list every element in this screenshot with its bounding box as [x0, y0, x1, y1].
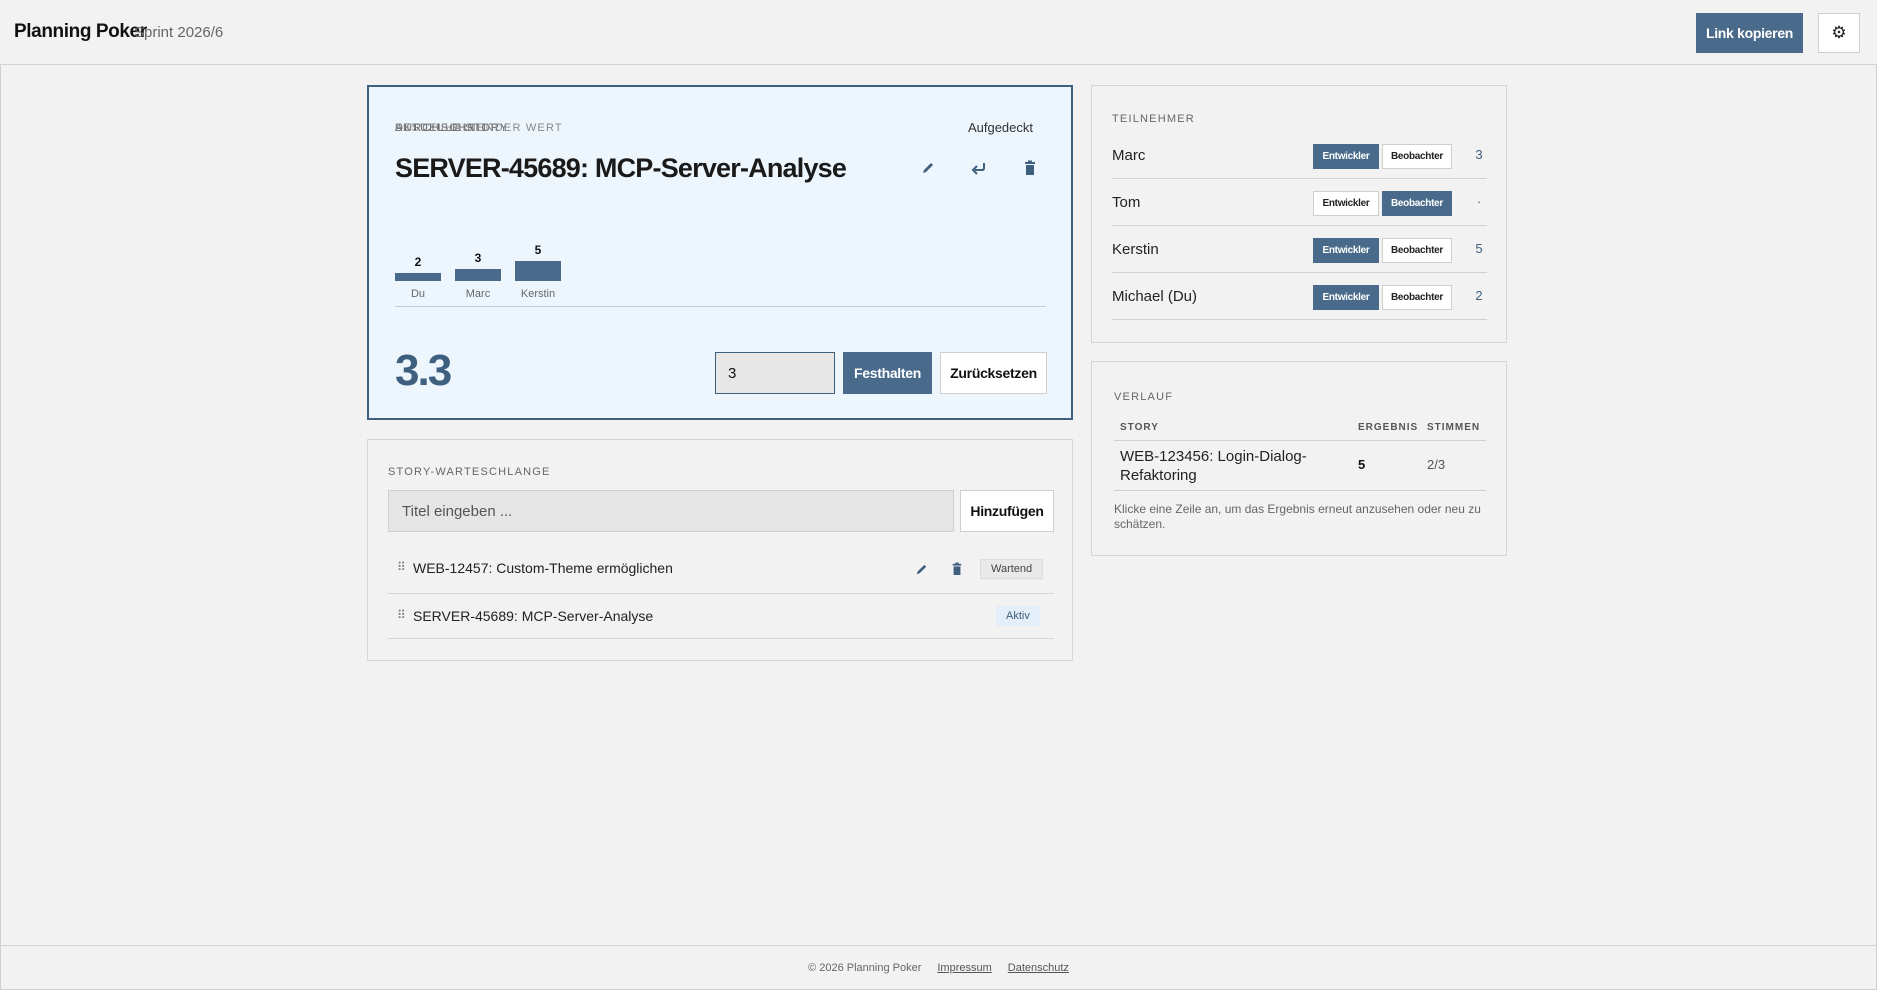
app-header: Planning Poker Sprint 2026/6 Link kopier… — [0, 0, 1877, 65]
footer: © 2026 Planning Poker Impressum Datensch… — [0, 945, 1877, 990]
add-story-button[interactable]: Hinzufügen — [960, 490, 1054, 532]
history-story: WEB-123456: Login-Dialog-Refaktoring — [1120, 448, 1307, 484]
drag-handle-icon[interactable]: ⠿ — [397, 608, 406, 622]
participant-row: Marc Entwickler Beobachter 3 — [1112, 132, 1487, 179]
role-observer-button[interactable]: Beobachter — [1382, 191, 1452, 216]
fix-value-label: FESTZUHALTENDER WERT — [395, 122, 563, 134]
participant-row: Michael (Du) Entwickler Beobachter 2 — [1112, 273, 1487, 320]
copy-link-button[interactable]: Link kopieren — [1696, 13, 1803, 53]
role-developer-button[interactable]: Entwickler — [1313, 238, 1379, 263]
history-col-story: STORY — [1120, 422, 1159, 433]
trash-icon — [1025, 160, 1035, 175]
pencil-icon — [923, 163, 933, 173]
status-badge: Wartend — [980, 559, 1044, 579]
participant-vote: · — [1476, 194, 1482, 209]
story-divider — [395, 306, 1046, 307]
history-row-divider — [1114, 490, 1486, 491]
history-header-divider — [1114, 440, 1486, 441]
edit-queue-item-button[interactable] — [908, 556, 934, 582]
queue-label: STORY-WARTESCHLANGE — [388, 466, 551, 478]
story-status: Aufgedeckt — [967, 120, 1033, 135]
current-story-card: AKTUELLE STORY Aufgedeckt SERVER-45689: … — [367, 85, 1073, 420]
vote-voter-name: Marc — [465, 288, 491, 300]
queue-item[interactable]: ⠿ WEB-12457: Custom-Theme ermöglichen Wa… — [388, 544, 1054, 594]
average-value: 3.3 — [395, 346, 452, 395]
history-result: 5 — [1358, 457, 1366, 472]
participant-row: Kerstin Entwickler Beobachter 5 — [1112, 226, 1487, 273]
participant-name: Tom — [1112, 194, 1141, 211]
role-observer-button[interactable]: Beobachter — [1382, 238, 1452, 263]
participant-vote: 3 — [1475, 147, 1483, 162]
vote-value: 5 — [534, 243, 542, 257]
sprint-name: Sprint 2026/6 — [134, 24, 224, 41]
participant-vote: 2 — [1475, 288, 1483, 303]
history-col-votes: STIMMEN — [1427, 422, 1481, 433]
app-title: Planning Poker — [14, 21, 147, 42]
delete-queue-item-button[interactable] — [944, 556, 970, 582]
fix-value-input[interactable] — [715, 352, 835, 394]
vote-voter-name: Kerstin — [520, 288, 556, 300]
history-label: VERLAUF — [1114, 391, 1174, 403]
participant-name: Marc — [1112, 147, 1146, 164]
history-card: VERLAUF STORY ERGEBNIS STIMMEN WEB-12345… — [1091, 361, 1507, 556]
role-developer-button[interactable]: Entwickler — [1313, 191, 1379, 216]
vote-column: 5 Kerstin — [515, 87, 561, 307]
pencil-icon — [916, 564, 926, 574]
role-developer-button[interactable]: Entwickler — [1313, 285, 1379, 310]
vote-bar — [395, 273, 441, 281]
history-votes: 2/3 — [1427, 457, 1446, 472]
revert-story-button[interactable] — [966, 155, 992, 181]
queue-item-title: WEB-12457: Custom-Theme ermöglichen — [413, 560, 673, 576]
participant-name: Michael (Du) — [1112, 288, 1198, 305]
history-hint: Klicke eine Zeile an, um das Ergebnis er… — [1114, 502, 1481, 531]
participants-card: TEILNEHMER Marc Entwickler Beobachter 3 Tom E… — [1091, 85, 1507, 343]
reset-button[interactable]: Zurücksetzen — [940, 352, 1047, 394]
imprint-link[interactable]: Impressum — [937, 962, 991, 974]
role-developer-button[interactable]: Entwickler — [1313, 144, 1379, 169]
participant-row: Tom Entwickler Beobachter · — [1112, 179, 1487, 226]
settings-button[interactable]: ⚙ — [1818, 13, 1860, 53]
trash-icon — [952, 562, 962, 575]
vote-column: 2 Du — [395, 87, 441, 307]
role-observer-button[interactable]: Beobachter — [1382, 285, 1452, 310]
fix-button[interactable]: Festhalten — [843, 352, 932, 394]
vote-value: 3 — [474, 251, 482, 265]
vote-bar — [455, 269, 501, 281]
role-observer-button[interactable]: Beobachter — [1382, 144, 1452, 169]
undo-arrow-icon — [971, 163, 985, 175]
participant-name: Kerstin — [1112, 241, 1159, 258]
history-col-result: ERGEBNIS — [1358, 422, 1419, 433]
vote-voter-name: Du — [410, 288, 426, 300]
queue-item-title: SERVER-45689: MCP-Server-Analyse — [413, 608, 654, 624]
edit-story-button[interactable] — [915, 155, 941, 181]
status-badge: Aktiv — [996, 606, 1040, 626]
participants-label: TEILNEHMER — [1112, 113, 1195, 125]
delete-story-button[interactable] — [1017, 155, 1043, 181]
vote-value: 2 — [414, 255, 422, 269]
vote-column: 3 Marc — [455, 87, 501, 307]
participant-vote: 5 — [1475, 241, 1483, 256]
story-title-input[interactable] — [388, 490, 954, 532]
drag-handle-icon[interactable]: ⠿ — [397, 560, 406, 574]
privacy-link[interactable]: Datenschutz — [1008, 962, 1069, 974]
vote-bar — [515, 261, 561, 281]
footer-copyright: © 2026 Planning Poker — [808, 962, 922, 974]
queue-item[interactable]: ⠿ SERVER-45689: MCP-Server-Analyse Aktiv — [388, 594, 1054, 639]
story-queue-card: STORY-WARTESCHLANGE Hinzufügen ⠿ WEB-124… — [367, 439, 1073, 661]
gear-icon: ⚙ — [1831, 23, 1847, 42]
